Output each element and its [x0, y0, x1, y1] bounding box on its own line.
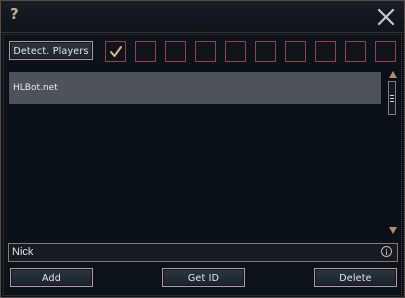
player-checkbox-6[interactable] — [255, 41, 276, 62]
player-checkbox-4[interactable] — [195, 41, 216, 62]
help-button[interactable]: ? — [10, 5, 19, 23]
close-x-icon — [377, 8, 395, 26]
player-checkbox-8[interactable] — [315, 41, 336, 62]
close-button[interactable] — [376, 7, 396, 27]
info-icon[interactable]: i — [381, 246, 392, 257]
title-bar: ? — [1, 1, 404, 33]
player-checkbox-5[interactable] — [225, 41, 246, 62]
add-button[interactable]: Add — [10, 268, 93, 287]
player-checkbox-10[interactable] — [375, 41, 396, 62]
scroll-down-arrow-icon[interactable] — [389, 227, 397, 234]
delete-button[interactable]: Delete — [314, 268, 397, 287]
scrollbar-thumb[interactable] — [388, 81, 396, 115]
scroll-up-arrow-icon[interactable] — [389, 71, 397, 78]
player-checkbox-9[interactable] — [345, 41, 366, 62]
list-item[interactable]: HLBot.net — [9, 72, 381, 104]
get-id-button[interactable]: Get ID — [162, 268, 245, 287]
player-checkbox-3[interactable] — [165, 41, 186, 62]
check-mark-icon — [110, 46, 122, 57]
app-window: ? Detect. Players HLBot.net i Add Get ID… — [0, 0, 405, 298]
player-checkbox-7[interactable] — [285, 41, 306, 62]
nick-input[interactable] — [8, 243, 398, 262]
player-checkbox-2[interactable] — [135, 41, 156, 62]
player-list[interactable]: HLBot.net — [8, 69, 398, 235]
detect-players-button[interactable]: Detect. Players — [9, 41, 93, 60]
player-checkbox-1[interactable] — [105, 41, 126, 62]
